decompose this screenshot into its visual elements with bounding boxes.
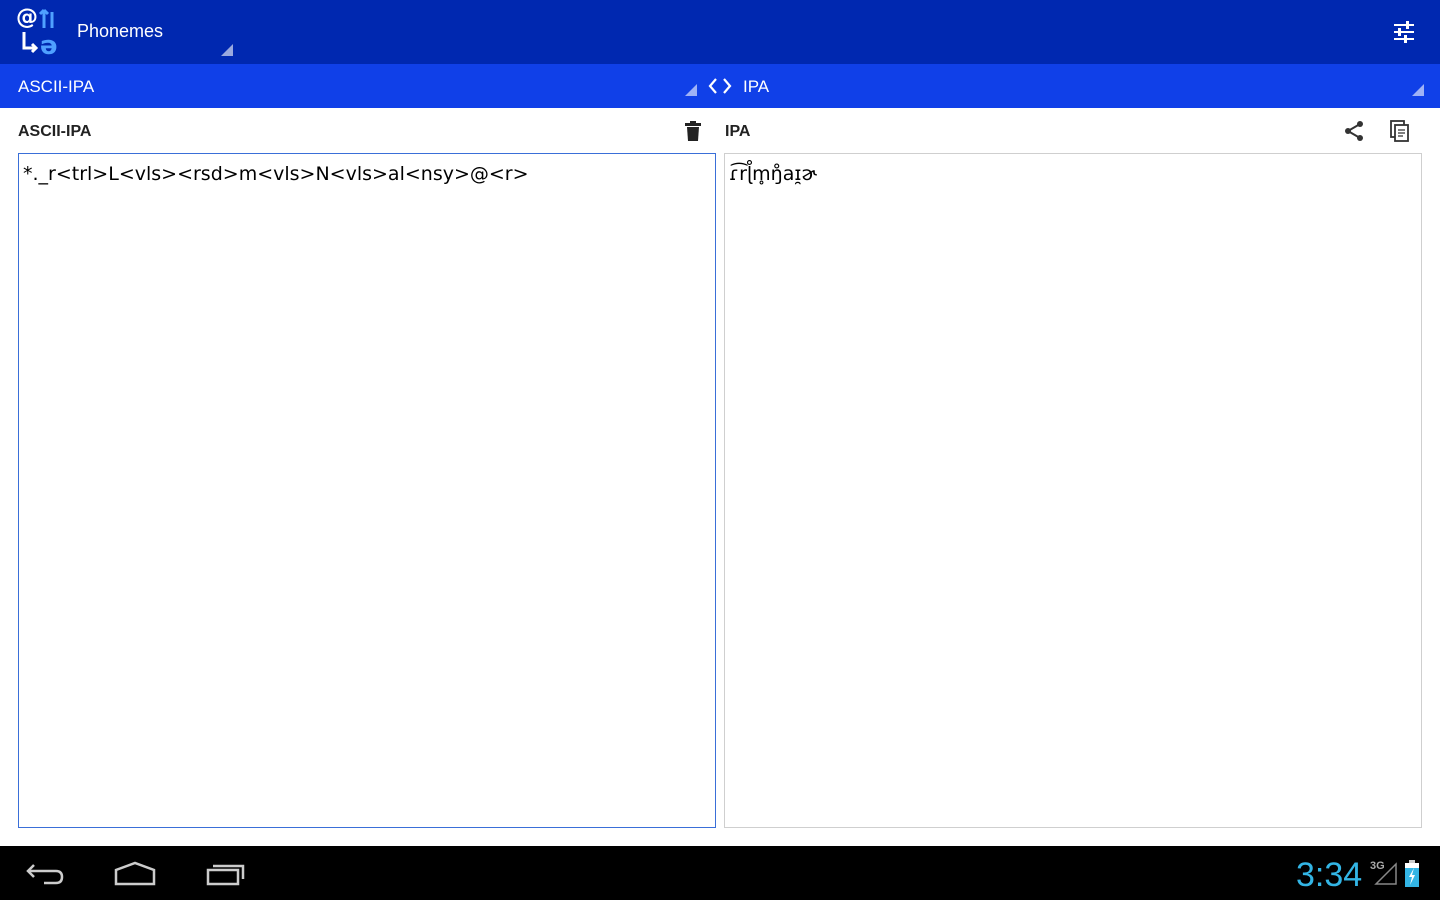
app-logo-icon[interactable]: @ ə [14, 4, 68, 61]
home-icon [114, 861, 156, 886]
recent-apps-icon [206, 864, 245, 886]
input-pane-label: ASCII-IPA [18, 123, 92, 140]
svg-text:@: @ [16, 5, 38, 30]
to-spinner-indicator [1412, 84, 1424, 96]
battery-charging-icon [1405, 860, 1419, 887]
encoding-bar: ASCII-IPA IPA [0, 64, 1440, 108]
to-encoding-label: IPA [743, 77, 770, 96]
app-title[interactable]: Phonemes [77, 21, 163, 42]
share-icon [1345, 121, 1363, 141]
recents-button[interactable] [196, 854, 256, 892]
back-arrow-icon [26, 864, 64, 885]
system-nav-bar [0, 846, 1440, 900]
action-bar: @ ə Phonemes [0, 0, 1440, 64]
swap-chevrons-icon [708, 78, 732, 94]
from-encoding-label: ASCII-IPA [18, 77, 95, 96]
ascii-ipa-input[interactable]: *._r<trl>L<vls><rsd>m<vls>N<vls>al<nsy>@… [18, 153, 716, 828]
signal-icon [1374, 862, 1397, 885]
trash-icon [685, 121, 701, 141]
share-button[interactable] [1339, 116, 1369, 146]
output-pane-label: IPA [725, 123, 751, 140]
app-spinner-indicator[interactable] [221, 44, 233, 56]
svg-text:ə: ə [40, 31, 58, 58]
from-spinner-indicator [685, 84, 697, 96]
status-clock: 3:34 [1296, 856, 1363, 894]
to-encoding-spinner[interactable]: IPA [738, 64, 1430, 108]
home-button[interactable] [105, 854, 165, 892]
back-button[interactable] [15, 854, 75, 892]
copy-output-button[interactable] [1385, 116, 1415, 146]
clear-input-button[interactable] [678, 116, 708, 146]
swap-encodings-button[interactable] [704, 72, 736, 100]
copy-icon [1390, 120, 1409, 142]
settings-button[interactable] [1384, 12, 1424, 52]
from-encoding-spinner[interactable]: ASCII-IPA [0, 64, 700, 108]
sliders-icon [1394, 21, 1414, 43]
ipa-output[interactable]: ɾ͡rɭ̊m̥ŋ̊aɪ̯ɚ [724, 153, 1422, 828]
